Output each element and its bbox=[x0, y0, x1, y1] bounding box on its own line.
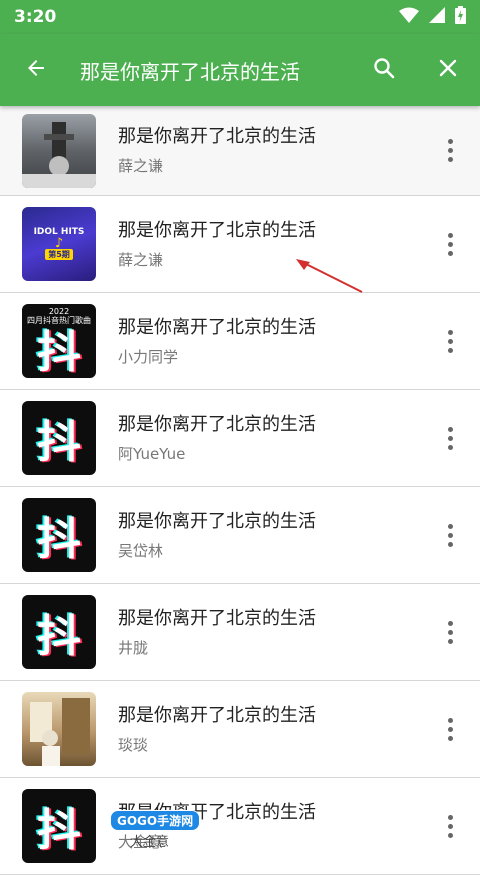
song-artist: 琰琰 bbox=[118, 735, 149, 754]
more-options-button[interactable] bbox=[420, 311, 480, 371]
douyin-logo-icon: 抖 bbox=[37, 514, 81, 565]
douyin-logo-icon: 抖 bbox=[37, 417, 81, 468]
song-title: 那是你离开了北京的生活 bbox=[118, 704, 316, 726]
album-cover bbox=[22, 692, 96, 766]
more-vert-icon bbox=[447, 139, 453, 162]
album-cover: 抖 bbox=[22, 401, 96, 475]
album-cover: 抖 bbox=[22, 595, 96, 669]
song-title: 那是你离开了北京的生活 bbox=[118, 219, 316, 241]
list-item[interactable]: IDOL HITS ♪ 第5期 那是你离开了北京的生活 薛之谦 bbox=[0, 196, 480, 293]
song-artist: 井胧 bbox=[118, 638, 149, 657]
status-bar: 3:20 bbox=[0, 0, 480, 34]
album-cover bbox=[22, 113, 96, 188]
douyin-logo-icon: 抖 bbox=[37, 327, 81, 378]
watermark-logo: GOGO手游网 bbox=[110, 810, 201, 831]
back-button[interactable] bbox=[0, 34, 72, 106]
close-button[interactable] bbox=[416, 34, 480, 106]
douyin-logo-icon: 抖 bbox=[37, 611, 81, 662]
more-vert-icon bbox=[447, 426, 453, 450]
list-item[interactable]: 抖 那是你离开了北京的生活 吴岱林 bbox=[0, 487, 480, 584]
list-item[interactable]: 那是你离开了北京的生活 琰琰 bbox=[0, 681, 480, 778]
song-artist: 小力同学 bbox=[118, 347, 179, 366]
search-button[interactable] bbox=[352, 34, 416, 106]
song-artist: 薛之谦 bbox=[118, 250, 164, 269]
album-cover: 2022 四月抖音热门歌曲 抖 bbox=[22, 304, 96, 378]
close-icon bbox=[436, 56, 460, 84]
wifi-icon bbox=[399, 7, 419, 27]
song-title: 那是你离开了北京的生活 bbox=[118, 316, 316, 338]
list-item[interactable]: 2022 四月抖音热门歌曲 抖 那是你离开了北京的生活 小力同学 bbox=[0, 293, 480, 390]
song-title: 那是你离开了北京的生活 bbox=[118, 126, 316, 147]
song-artist: 吴岱林 bbox=[118, 541, 164, 560]
song-title: 那是你离开了北京的生活 bbox=[118, 607, 316, 629]
list-item[interactable]: 抖 那是你离开了北京的生活 阿YueYue bbox=[0, 390, 480, 487]
album-cover: IDOL HITS ♪ 第5期 bbox=[22, 207, 96, 281]
more-vert-icon bbox=[447, 814, 453, 838]
list-item[interactable]: 抖 那是你离开了北京的生活 大金意 bbox=[0, 778, 480, 875]
page-title: 那是你离开了北京的生活 bbox=[80, 59, 300, 84]
more-options-button[interactable] bbox=[420, 214, 480, 274]
more-vert-icon bbox=[447, 620, 453, 644]
list-item[interactable]: 抖 那是你离开了北京的生活 井胧 bbox=[0, 584, 480, 681]
song-artist: 薛之谦 bbox=[118, 157, 164, 175]
status-icons bbox=[399, 6, 466, 28]
song-artist: 阿YueYue bbox=[118, 444, 186, 463]
douyin-logo-icon: 抖 bbox=[37, 805, 81, 856]
watermark: GOGO手游网 大金意 bbox=[110, 810, 201, 850]
more-vert-icon bbox=[447, 329, 453, 353]
more-options-button[interactable] bbox=[420, 796, 480, 856]
song-title: 那是你离开了北京的生活 bbox=[118, 413, 316, 435]
signal-icon bbox=[429, 7, 445, 27]
album-cover: 抖 bbox=[22, 498, 96, 572]
cover-caption: 2022 四月抖音热门歌曲 bbox=[27, 307, 91, 325]
search-icon bbox=[372, 56, 396, 84]
more-options-button[interactable] bbox=[420, 602, 480, 662]
more-options-button[interactable] bbox=[420, 699, 480, 759]
cover-badge: 第5期 bbox=[45, 249, 73, 260]
battery-charging-icon bbox=[455, 6, 466, 28]
status-time: 3:20 bbox=[14, 7, 57, 27]
more-options-button[interactable] bbox=[420, 121, 480, 181]
list-item[interactable]: 那是你离开了北京的生活 薛之谦 bbox=[0, 106, 480, 196]
watermark-sub: 大金意 bbox=[130, 835, 170, 850]
song-list: 那是你离开了北京的生活 薛之谦 IDOL HITS ♪ 第5期 那是你离开了北京… bbox=[0, 106, 480, 875]
more-options-button[interactable] bbox=[420, 505, 480, 565]
more-vert-icon bbox=[447, 523, 453, 547]
more-vert-icon bbox=[447, 232, 453, 256]
more-vert-icon bbox=[447, 717, 453, 741]
more-options-button[interactable] bbox=[420, 408, 480, 468]
song-title: 那是你离开了北京的生活 bbox=[118, 510, 316, 532]
arrow-left-icon bbox=[24, 56, 48, 84]
app-toolbar: 那是你离开了北京的生活 bbox=[0, 34, 480, 106]
